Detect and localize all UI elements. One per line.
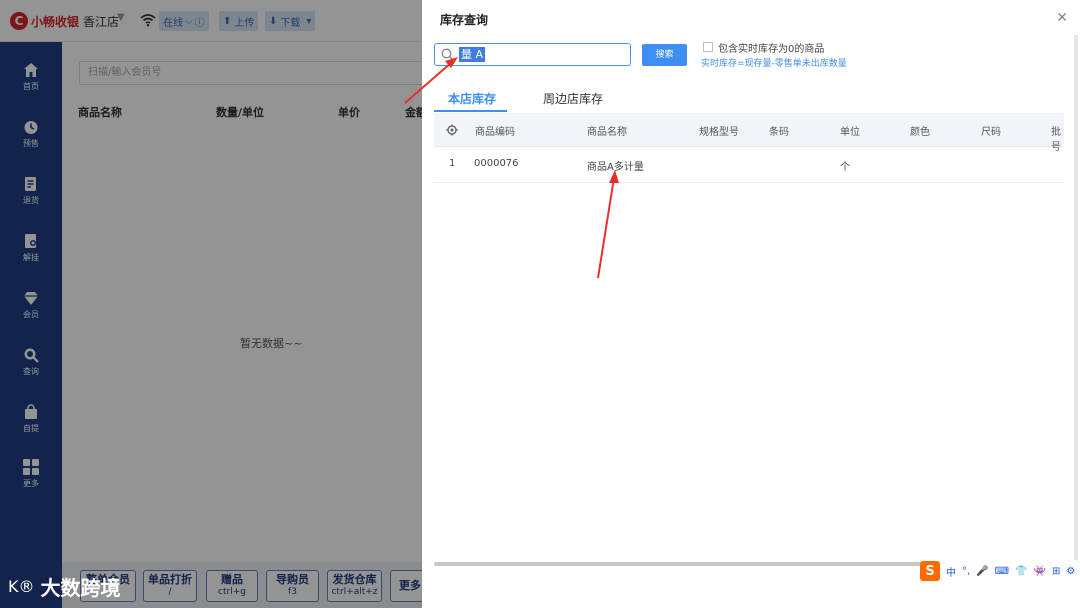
column-header: 条码 (769, 127, 789, 138)
keyboard-icon[interactable]: ⌨ (995, 566, 1009, 577)
search-button[interactable]: 搜索 (642, 44, 687, 66)
ime-punctuation-icon[interactable]: °, (962, 566, 970, 577)
gear-icon[interactable] (446, 124, 458, 136)
unit-cell: 个 (840, 162, 850, 173)
watermark: K® 大数跨境 (8, 572, 121, 601)
ime-toolbar: S 中 °, 🎤 ⌨ 👕 👾 ⊞ ⚙ (920, 560, 1080, 582)
watermark-logo: K® (8, 577, 35, 596)
inventory-query-dialog: 库存查询 ✕ 量 A 搜索 包含实时库存为0的商品 实时库存=现存量-零售单未出… (422, 0, 1080, 608)
search-input[interactable]: 量 A (434, 43, 631, 66)
tab-local-stock[interactable]: 本店库存 (448, 90, 496, 107)
ime-language-toggle[interactable]: 中 (946, 564, 956, 579)
column-header: 颜色 (910, 127, 930, 138)
inventory-table-header: 商品编码 商品名称 规格型号 条码 单位 颜色 尺码 批号 (434, 113, 1064, 153)
include-zero-stock-label: 包含实时库存为0的商品 (718, 44, 825, 55)
vertical-scrollbar[interactable] (1074, 35, 1078, 565)
dialog-title: 库存查询 (440, 13, 489, 27)
column-header: 商品编码 (475, 127, 515, 138)
tab-nearby-stock[interactable]: 周边店库存 (543, 90, 603, 107)
product-code-cell: 0000076 (474, 158, 519, 169)
row-index: 1 (449, 158, 456, 169)
emoji-icon[interactable]: 👾 (1034, 566, 1046, 577)
column-header: 商品名称 (587, 127, 627, 138)
toolbox-icon[interactable]: ⊞ (1052, 566, 1060, 577)
search-icon (441, 48, 454, 61)
column-header: 单位 (840, 127, 860, 138)
watermark-text: 大数跨境 (40, 576, 121, 600)
close-icon[interactable]: ✕ (1056, 10, 1068, 26)
table-row[interactable]: 1 0000076 商品A多计量 个 (434, 147, 1064, 183)
sogou-ime-icon[interactable]: S (920, 561, 940, 581)
skin-icon[interactable]: 👕 (1015, 566, 1027, 577)
search-input-value: 量 A (459, 47, 486, 62)
product-name-cell: 商品A多计量 (587, 162, 644, 173)
microphone-icon[interactable]: 🎤 (976, 566, 988, 577)
horizontal-scrollbar[interactable] (434, 562, 926, 566)
stock-formula-hint: 实时库存=现存量-零售单未出库数量 (701, 59, 847, 69)
include-zero-stock-checkbox[interactable] (703, 42, 713, 52)
column-header: 规格型号 (699, 127, 739, 138)
column-header: 尺码 (981, 127, 1001, 138)
active-tab-indicator (434, 110, 507, 112)
ime-settings-icon[interactable]: ⚙ (1066, 566, 1075, 577)
